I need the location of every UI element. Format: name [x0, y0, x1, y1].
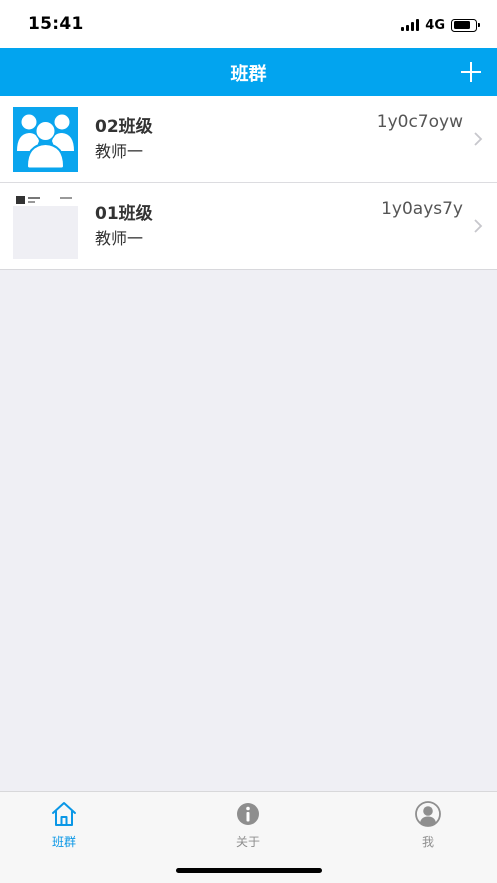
- class-row[interactable]: 02班级 教师一 1y0c7oyw: [0, 96, 497, 183]
- tab-classes[interactable]: 班群: [19, 800, 109, 852]
- chevron-right-icon: [474, 132, 483, 146]
- teacher-name: 教师一: [95, 229, 144, 248]
- class-list: 02班级 教师一 1y0c7oyw 01班级 教师一 1y0ays7y: [0, 96, 497, 270]
- class-code: 1y0c7oyw: [376, 112, 463, 132]
- home-icon: [52, 802, 76, 826]
- home-indicator: [176, 868, 322, 873]
- signal-icon: [401, 19, 420, 31]
- class-code: 1y0ays7y: [381, 199, 463, 219]
- navigation-bar: 班群: [0, 48, 497, 96]
- status-indicators: 4G: [401, 17, 480, 33]
- tab-me[interactable]: 我: [383, 800, 473, 852]
- screenshot-thumbnail: [13, 194, 78, 259]
- group-users-icon: [13, 107, 78, 172]
- tab-about[interactable]: 关于: [203, 800, 293, 852]
- tab-label: 关于: [235, 835, 260, 849]
- page-title: 班群: [230, 64, 267, 85]
- class-name: 02班级: [95, 117, 153, 137]
- add-class-button[interactable]: [457, 58, 485, 86]
- teacher-name: 教师一: [95, 142, 144, 161]
- network-type: 4G: [425, 17, 445, 33]
- battery-icon: [451, 18, 480, 32]
- class-row[interactable]: 01班级 教师一 1y0ays7y: [0, 183, 497, 270]
- chevron-right-icon: [474, 219, 483, 233]
- status-bar: 15:41 4G: [0, 0, 497, 48]
- class-name: 01班级: [95, 204, 153, 224]
- info-icon: [237, 803, 259, 825]
- tab-label: 班群: [51, 835, 76, 849]
- user-icon: [415, 801, 441, 827]
- status-time: 15:41: [28, 14, 84, 34]
- tab-label: 我: [421, 835, 434, 849]
